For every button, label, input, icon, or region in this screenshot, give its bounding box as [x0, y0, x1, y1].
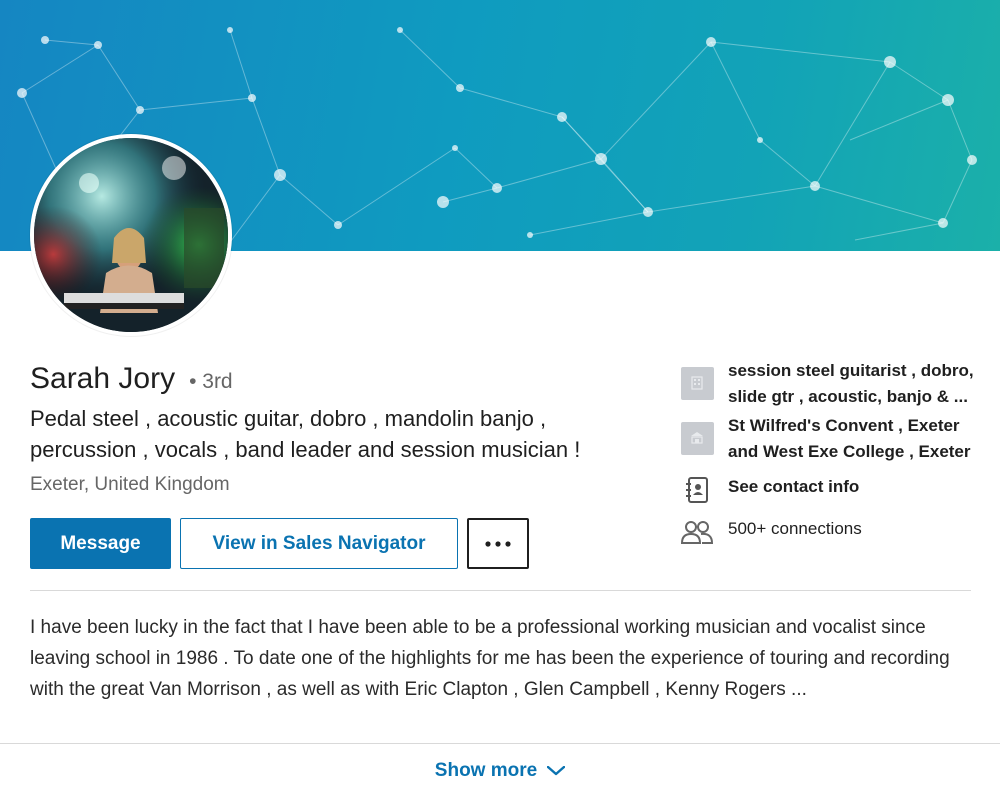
profile-headline: Pedal steel , acoustic guitar, dobro , m…: [30, 406, 581, 462]
connections-count[interactable]: 500+ connections: [680, 516, 978, 548]
current-position[interactable]: session steel guitarist , dobro, slide g…: [680, 358, 978, 410]
school-logo-icon: [680, 421, 714, 455]
view-in-sales-navigator-button[interactable]: View in Sales Navigator: [180, 518, 458, 569]
show-more-label: Show more: [434, 760, 538, 781]
contact-info-link[interactable]: See contact info: [680, 474, 978, 506]
ellipsis-icon: [485, 540, 511, 547]
chevron-down-icon: [547, 766, 566, 776]
connection-degree: • 3rd: [189, 370, 233, 393]
education[interactable]: St Wilfred's Convent , Exeter and West E…: [680, 413, 978, 465]
education-text: St Wilfred's Convent , Exeter and West E…: [728, 416, 971, 461]
profile-name: Sarah Jory: [30, 362, 176, 395]
connections-text: 500+ connections: [728, 519, 862, 538]
profile-photo[interactable]: [30, 134, 232, 336]
profile-photo-image: [34, 138, 228, 332]
message-button[interactable]: Message: [30, 518, 171, 569]
show-more-button[interactable]: Show more: [0, 760, 1000, 782]
contact-info-text: See contact info: [728, 477, 860, 496]
more-actions-button[interactable]: [467, 518, 529, 569]
building-logo-icon: [680, 366, 714, 400]
section-divider: [30, 590, 971, 591]
people-icon: [681, 521, 713, 544]
profile-summary: I have been lucky in the fact that I hav…: [30, 617, 950, 700]
footer-divider: [0, 743, 1000, 744]
profile-location: Exeter, United Kingdom: [30, 474, 230, 495]
name-row: Sarah Jory • 3rd: [30, 362, 233, 396]
current-position-text: session steel guitarist , dobro, slide g…: [728, 361, 974, 406]
address-book-icon: [686, 477, 708, 503]
